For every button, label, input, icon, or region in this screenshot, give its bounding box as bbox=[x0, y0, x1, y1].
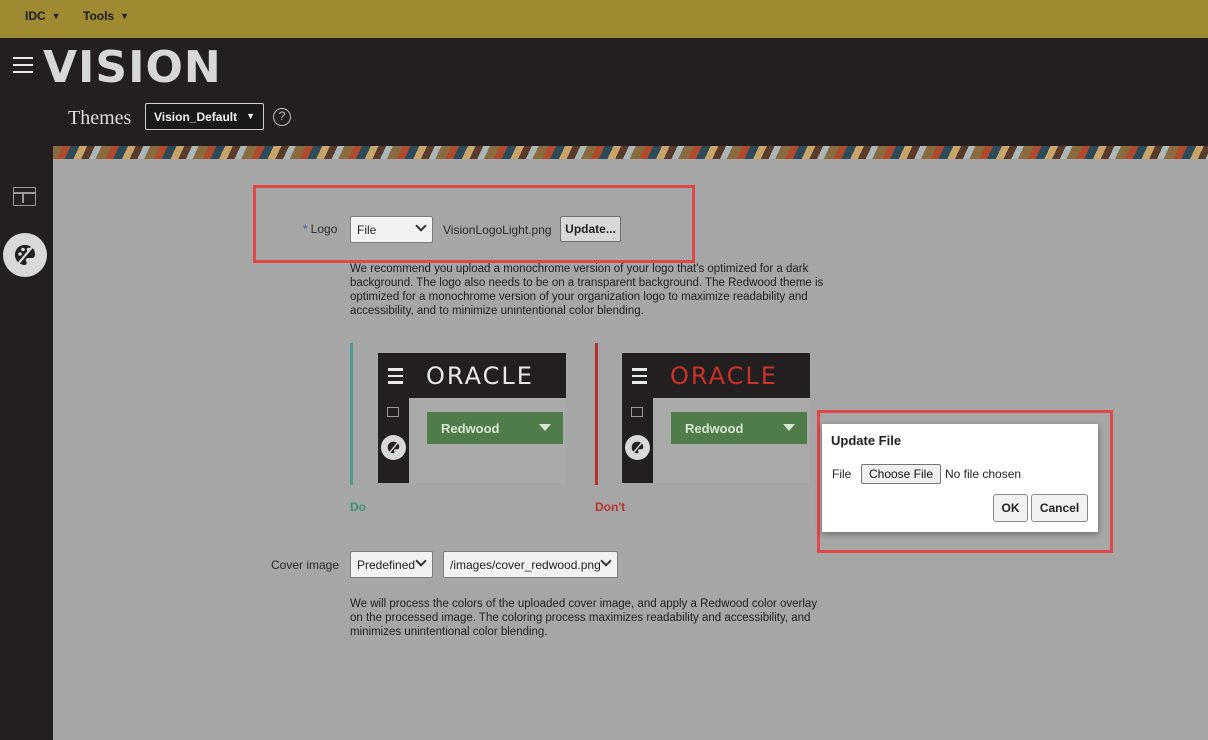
palette-icon bbox=[625, 435, 650, 460]
preview-pill: Redwood bbox=[671, 412, 807, 444]
no-file-chosen-text: No file chosen bbox=[945, 467, 1022, 481]
caret-down-icon: ▼ bbox=[51, 11, 61, 21]
theme-select[interactable]: Vision_Default ▼ bbox=[145, 103, 264, 130]
dialog-title: Update File bbox=[831, 433, 902, 448]
layout-icon[interactable] bbox=[13, 187, 36, 206]
dialog-file-label: File bbox=[832, 467, 852, 481]
preview-logo: ORACLE bbox=[670, 362, 778, 390]
preview-pill: Redwood bbox=[427, 412, 563, 444]
brand-logo: VISION bbox=[43, 42, 222, 93]
cover-source-select[interactable]: Predefined bbox=[350, 551, 433, 578]
app-header: VISION Themes Vision_Default ▼ ? bbox=[0, 38, 1208, 146]
do-caption: Do bbox=[350, 500, 366, 514]
cover-banner bbox=[53, 146, 1208, 159]
caret-down-icon: ▼ bbox=[120, 11, 130, 21]
preview-logo: ORACLE bbox=[426, 362, 534, 390]
logo-row-highlight bbox=[253, 185, 695, 263]
layout-icon bbox=[387, 407, 399, 417]
triangle-down-icon bbox=[539, 424, 551, 431]
dont-accent-bar bbox=[595, 343, 598, 485]
palette-icon[interactable] bbox=[3, 233, 47, 277]
logo-description: We recommend you upload a monochrome ver… bbox=[350, 263, 824, 317]
update-file-dialog: Update File File Choose File No file cho… bbox=[822, 424, 1098, 532]
page-title: Themes bbox=[68, 107, 132, 129]
menu-idc[interactable]: IDC ▼ bbox=[25, 9, 61, 23]
do-accent-bar bbox=[350, 343, 353, 485]
cover-image-label: Cover image bbox=[271, 558, 340, 572]
dont-preview-card: ORACLE Redwood bbox=[622, 353, 810, 483]
palette-icon bbox=[381, 435, 406, 460]
cover-description: We will process the colors of the upload… bbox=[350, 598, 818, 638]
help-icon[interactable]: ? bbox=[273, 108, 291, 126]
layout-icon bbox=[631, 407, 643, 417]
do-preview-card: ORACLE Redwood bbox=[378, 353, 566, 483]
top-menu-bar: IDC ▼ Tools ▼ bbox=[0, 0, 1208, 38]
chevron-down-icon bbox=[600, 555, 612, 567]
chevron-down-icon bbox=[415, 555, 427, 567]
ok-button[interactable]: OK bbox=[993, 494, 1028, 522]
hamburger-icon bbox=[388, 368, 403, 388]
cancel-button[interactable]: Cancel bbox=[1031, 494, 1088, 522]
cover-path-select[interactable]: /images/cover_redwood.png bbox=[443, 551, 618, 578]
triangle-down-icon bbox=[783, 424, 795, 431]
choose-file-button[interactable]: Choose File bbox=[861, 464, 941, 484]
left-rail bbox=[0, 146, 53, 740]
dont-caption: Don't bbox=[595, 500, 626, 514]
palette-glyph-icon bbox=[15, 245, 35, 265]
hamburger-menu-icon[interactable] bbox=[13, 57, 33, 73]
caret-down-icon: ▼ bbox=[246, 111, 255, 121]
menu-tools[interactable]: Tools ▼ bbox=[83, 9, 129, 23]
hamburger-icon bbox=[632, 368, 647, 388]
